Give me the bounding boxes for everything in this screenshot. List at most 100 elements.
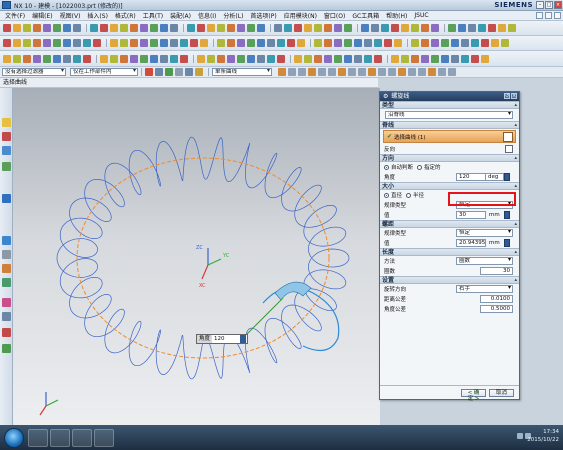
toolbar-tool-icon[interactable]	[200, 39, 208, 47]
snap-point-icon[interactable]	[358, 68, 366, 76]
diameter-radio[interactable]	[384, 192, 389, 198]
curve-rule-dropdown[interactable]: 单条曲线	[212, 68, 272, 76]
section-direction[interactable]: 方向	[380, 154, 519, 162]
toolbar-tool-icon[interactable]	[73, 54, 81, 63]
angle-tip-value[interactable]: 120	[212, 335, 240, 343]
restore-doc-icon[interactable]	[545, 12, 552, 19]
minimize-doc-icon[interactable]	[536, 12, 543, 19]
snap-point-icon[interactable]	[368, 68, 376, 76]
toolbar-tool-icon[interactable]	[257, 24, 265, 32]
toolbar-tool-icon[interactable]	[160, 24, 168, 32]
toolbar-tool-icon[interactable]	[110, 24, 118, 32]
snap-icon[interactable]	[145, 68, 153, 76]
snap-point-icon[interactable]	[408, 68, 416, 76]
angle-screen-input[interactable]: 角度 120	[196, 334, 248, 344]
toolbar-tool-icon[interactable]	[130, 24, 138, 32]
snap-point-icon[interactable]	[278, 68, 286, 76]
snap-point-icon[interactable]	[378, 68, 386, 76]
toolbar-tool-icon[interactable]	[441, 39, 449, 47]
toolbar-tool-icon[interactable]	[73, 39, 81, 47]
close-doc-icon[interactable]	[554, 12, 561, 19]
ok-button[interactable]: < 确定 >	[461, 388, 486, 402]
toolbar-tool-icon[interactable]	[237, 54, 245, 63]
toolbar-tool-icon[interactable]	[83, 39, 91, 47]
taskbar-app-nx[interactable]	[50, 428, 70, 447]
menu-edit[interactable]: 编辑(E)	[32, 11, 52, 20]
clock[interactable]: 17:34 2015/10/22	[527, 428, 559, 444]
snap-point-icon[interactable]	[388, 68, 396, 76]
toolbar-tool-icon[interactable]	[304, 24, 312, 32]
section-size[interactable]: 大小	[380, 182, 519, 190]
toolbar-tool-icon[interactable]	[381, 24, 389, 32]
toolbar-tool-icon[interactable]	[237, 39, 245, 47]
toolbar-tool-icon[interactable]	[3, 54, 11, 63]
process-studio-icon[interactable]	[2, 278, 11, 287]
menu-assemblies[interactable]: 装配(A)	[170, 11, 191, 20]
toolbar-tool-icon[interactable]	[498, 24, 506, 32]
toolbar-tool-icon[interactable]	[334, 24, 342, 32]
toolbar-tool-icon[interactable]	[227, 54, 235, 63]
menu-analysis[interactable]: 分析(L)	[223, 11, 243, 20]
palette-icon[interactable]	[2, 344, 11, 353]
toolbar-tool-icon[interactable]	[130, 39, 138, 47]
toolbar-tool-icon[interactable]	[160, 54, 168, 63]
toolbar-tool-icon[interactable]	[334, 39, 342, 47]
toolbar-tool-icon[interactable]	[170, 54, 178, 63]
toolbar-tool-icon[interactable]	[488, 24, 496, 32]
toolbar-tool-icon[interactable]	[364, 54, 372, 63]
toolbar-tool-icon[interactable]	[324, 24, 332, 32]
toolbar-tool-icon[interactable]	[401, 54, 409, 63]
toolbar-tool-icon[interactable]	[150, 54, 158, 63]
toolbar-tool-icon[interactable]	[374, 54, 382, 63]
toolbar-tool-icon[interactable]	[421, 54, 429, 63]
reset-icon[interactable]: ↺	[504, 93, 510, 99]
toolbar-tool-icon[interactable]	[257, 39, 265, 47]
snap-point-icon[interactable]	[308, 68, 316, 76]
toolbar-tool-icon[interactable]	[314, 54, 322, 63]
select-icon[interactable]	[155, 68, 163, 76]
snap-point-icon[interactable]	[348, 68, 356, 76]
constraint-navigator-icon[interactable]	[2, 132, 11, 141]
angle-tip-menu-button[interactable]	[240, 335, 246, 343]
toolbar-tool-icon[interactable]	[304, 54, 312, 63]
toolbar-tool-icon[interactable]	[441, 54, 449, 63]
menu-insert[interactable]: 插入(S)	[87, 11, 108, 20]
toolbar-tool-icon[interactable]	[491, 39, 499, 47]
angle-tolerance-field[interactable]: 0.5000	[480, 305, 513, 313]
snap-point-icon[interactable]	[398, 68, 406, 76]
toolbar-tool-icon[interactable]	[451, 54, 459, 63]
toolbar-tool-icon[interactable]	[13, 39, 21, 47]
selection-scope-dropdown[interactable]: 仅在工作部件内	[70, 68, 138, 76]
toolbar-tool-icon[interactable]	[361, 24, 369, 32]
close-button[interactable]: ×	[554, 1, 562, 9]
toolbar-tool-icon[interactable]	[120, 39, 128, 47]
snap-point-icon[interactable]	[338, 68, 346, 76]
web-browser-icon[interactable]	[2, 236, 11, 245]
cancel-button[interactable]: 取消	[489, 388, 514, 397]
menu-view[interactable]: 视图(V)	[60, 11, 81, 20]
toolbar-tool-icon[interactable]	[53, 54, 61, 63]
taskbar-app-search[interactable]	[28, 428, 48, 447]
toolbar-tool-icon[interactable]	[83, 54, 91, 63]
toolbar-tool-icon[interactable]	[93, 39, 101, 47]
roles-icon[interactable]	[2, 312, 11, 321]
toolbar-tool-icon[interactable]	[284, 24, 292, 32]
toolbar-tool-icon[interactable]	[13, 24, 21, 32]
toolbar-tool-icon[interactable]	[13, 54, 21, 63]
assembly-navigator-icon[interactable]	[2, 118, 11, 127]
toolbar-tool-icon[interactable]	[471, 54, 479, 63]
toolbar-tool-icon[interactable]	[73, 24, 81, 32]
toolbar-tool-icon[interactable]	[481, 39, 489, 47]
menu-help[interactable]: 帮助(H)	[386, 11, 407, 20]
menu-jsuc[interactable]: JSUC	[414, 12, 428, 19]
hd3d-tools-icon[interactable]	[2, 194, 11, 203]
snap-point-icon[interactable]	[418, 68, 426, 76]
menu-format[interactable]: 格式(R)	[115, 11, 136, 20]
curve-pick-icon[interactable]	[503, 132, 513, 142]
toolbar-tool-icon[interactable]	[274, 24, 282, 32]
toolbar-tool-icon[interactable]	[364, 39, 372, 47]
gear-icon[interactable]: ⚙	[383, 92, 388, 101]
distance-tolerance-field[interactable]: 0.0100	[480, 295, 513, 303]
toolbar-tool-icon[interactable]	[3, 24, 11, 32]
toolbar-tool-icon[interactable]	[33, 54, 41, 63]
